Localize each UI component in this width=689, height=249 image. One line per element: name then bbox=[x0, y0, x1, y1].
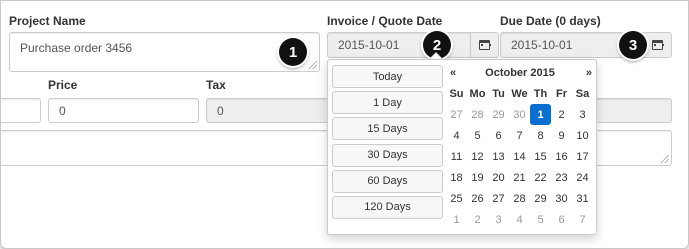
date-range-picker: Today 1 Day 15 Days 30 Days 60 Days 120 … bbox=[327, 59, 597, 235]
calendar-day[interactable]: 22 bbox=[530, 167, 551, 188]
price-field[interactable]: 0 bbox=[48, 98, 199, 123]
calendar-day[interactable]: 4 bbox=[446, 125, 467, 146]
weekday-label: Mo bbox=[469, 88, 486, 100]
next-month-button[interactable]: » bbox=[586, 67, 592, 79]
invoice-date-value: 2015-10-01 bbox=[338, 38, 400, 52]
calendar-day[interactable]: 1 bbox=[446, 209, 467, 230]
resize-handle[interactable] bbox=[309, 61, 317, 69]
calendar-day[interactable]: 17 bbox=[572, 146, 593, 167]
calendar-day[interactable]: 28 bbox=[467, 104, 488, 125]
invoice-date-calendar-button[interactable] bbox=[470, 32, 499, 58]
calendar-day[interactable]: 8 bbox=[530, 125, 551, 146]
calendar-icon bbox=[479, 40, 491, 50]
weekday-label: Th bbox=[533, 88, 548, 100]
range-120-days-button[interactable]: 120 Days bbox=[332, 195, 443, 219]
calendar-day[interactable]: 4 bbox=[509, 209, 530, 230]
weekday-label: Fr bbox=[556, 88, 567, 100]
calendar-day[interactable]: 7 bbox=[509, 125, 530, 146]
calendar-day[interactable]: 19 bbox=[467, 167, 488, 188]
calendar-day[interactable]: 23 bbox=[551, 167, 572, 188]
calendar-day[interactable]: 18 bbox=[446, 167, 467, 188]
calendar-day[interactable]: 31 bbox=[572, 188, 593, 209]
calendar-icon bbox=[651, 40, 664, 50]
calendar-month-title: October 2015 bbox=[485, 67, 555, 79]
calendar-day[interactable]: 26 bbox=[467, 188, 488, 209]
tax-label: Tax bbox=[206, 78, 226, 92]
price-label: Price bbox=[48, 78, 78, 92]
calendar-day[interactable]: 28 bbox=[509, 188, 530, 209]
invoice-date-label: Invoice / Quote Date bbox=[327, 14, 443, 28]
calendar-day[interactable]: 27 bbox=[488, 188, 509, 209]
range-list: Today 1 Day 15 Days 30 Days 60 Days 120 … bbox=[332, 65, 443, 222]
range-15-days-button[interactable]: 15 Days bbox=[332, 117, 443, 141]
calendar-day[interactable]: 2 bbox=[551, 104, 572, 125]
range-60-days-button[interactable]: 60 Days bbox=[332, 169, 443, 193]
calendar-day[interactable]: 9 bbox=[551, 125, 572, 146]
calendar-day[interactable]: 7 bbox=[572, 209, 593, 230]
calendar-day[interactable]: 21 bbox=[509, 167, 530, 188]
resize-handle[interactable] bbox=[661, 155, 669, 163]
day-grid: 27 28 29 30 1 2 3 4 5 6 7 8 9 10 11 12 1… bbox=[446, 104, 594, 230]
calendar-day[interactable]: 30 bbox=[551, 188, 572, 209]
invoice-form: Project Name Invoice / Quote Date Due Da… bbox=[0, 0, 689, 249]
step-badge-1: 1 bbox=[279, 38, 307, 66]
tax-value: 0 bbox=[217, 103, 224, 118]
calendar-day-selected[interactable]: 1 bbox=[530, 104, 551, 125]
range-1-day-button[interactable]: 1 Day bbox=[332, 91, 443, 115]
project-name-field[interactable]: Purchase order 3456 bbox=[9, 32, 320, 72]
weekday-row: Su Mo Tu We Th Fr Sa bbox=[446, 84, 594, 104]
calendar-header: « October 2015 » bbox=[446, 64, 594, 84]
calendar-day[interactable]: 25 bbox=[446, 188, 467, 209]
calendar-day[interactable]: 20 bbox=[488, 167, 509, 188]
calendar-day[interactable]: 27 bbox=[446, 104, 467, 125]
calendar-day[interactable]: 24 bbox=[572, 167, 593, 188]
calendar-day[interactable]: 5 bbox=[530, 209, 551, 230]
calendar-day[interactable]: 6 bbox=[551, 209, 572, 230]
calendar-day[interactable]: 5 bbox=[467, 125, 488, 146]
calendar-day[interactable]: 11 bbox=[446, 146, 467, 167]
due-date-label: Due Date (0 days) bbox=[500, 14, 601, 28]
calendar-day[interactable]: 13 bbox=[488, 146, 509, 167]
calendar: « October 2015 » Su Mo Tu We Th Fr Sa 27… bbox=[446, 64, 594, 230]
quantity-field[interactable] bbox=[1, 98, 41, 123]
project-name-value: Purchase order 3456 bbox=[20, 41, 133, 55]
calendar-day[interactable]: 16 bbox=[551, 146, 572, 167]
calendar-day[interactable]: 29 bbox=[530, 188, 551, 209]
price-value: 0 bbox=[59, 103, 66, 118]
project-name-label: Project Name bbox=[9, 14, 86, 28]
range-today-button[interactable]: Today bbox=[332, 65, 443, 88]
calendar-day[interactable]: 14 bbox=[509, 146, 530, 167]
calendar-day[interactable]: 29 bbox=[488, 104, 509, 125]
due-date-value: 2015-10-01 bbox=[511, 38, 573, 52]
calendar-day[interactable]: 6 bbox=[488, 125, 509, 146]
calendar-day[interactable]: 3 bbox=[488, 209, 509, 230]
calendar-day[interactable]: 3 bbox=[572, 104, 593, 125]
weekday-label: Sa bbox=[575, 88, 590, 100]
calendar-day[interactable]: 2 bbox=[467, 209, 488, 230]
calendar-day[interactable]: 12 bbox=[467, 146, 488, 167]
weekday-label: We bbox=[511, 88, 528, 100]
calendar-day[interactable]: 30 bbox=[509, 104, 530, 125]
range-30-days-button[interactable]: 30 Days bbox=[332, 143, 443, 167]
step-badge-3: 3 bbox=[619, 31, 647, 59]
weekday-label: Su bbox=[449, 88, 464, 100]
calendar-day[interactable]: 10 bbox=[572, 125, 593, 146]
weekday-label: Tu bbox=[492, 88, 505, 100]
calendar-day[interactable]: 15 bbox=[530, 146, 551, 167]
